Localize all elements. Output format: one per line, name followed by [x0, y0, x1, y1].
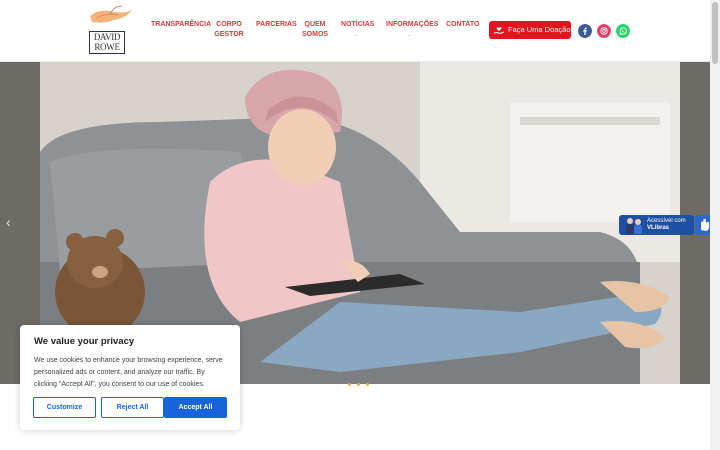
logo-line-2: ROWE — [94, 42, 120, 52]
cookie-description: We use cookies to enhance your browsing … — [34, 357, 223, 388]
slider-pagination — [348, 373, 375, 391]
vlibras-widget[interactable]: Acessível com VLibras — [619, 215, 694, 235]
donate-button[interactable]: Faça Uma Doação — [489, 21, 571, 39]
vlibras-label-1: Acessível com — [647, 218, 686, 224]
slider-dot-1[interactable] — [348, 383, 351, 386]
slider-dot-2[interactable] — [357, 383, 360, 386]
nav-informacoes[interactable]: INFORMAÇÕES — [386, 20, 439, 30]
facebook-icon[interactable] — [578, 24, 592, 38]
nav-quem-somos[interactable]: QUEM SOMOS — [302, 20, 328, 40]
whatsapp-icon[interactable] — [616, 24, 630, 38]
page-scrollbar-thumb[interactable] — [712, 2, 718, 64]
cookie-title: We value your privacy — [34, 336, 135, 347]
nav-transparencia[interactable]: TRANSPARÊNCIA — [151, 20, 211, 30]
logo-line-1: DAVID — [93, 32, 121, 42]
slider-dot-3[interactable] — [366, 383, 369, 386]
nav-informacoes-dropdown-indicator[interactable]: . — [408, 31, 410, 38]
cookie-consent-banner: We value your privacy We use cookies to … — [20, 325, 240, 430]
cookie-reject-all-button[interactable]: Reject All — [101, 397, 164, 418]
nav-contato[interactable]: CONTATO — [446, 20, 479, 30]
cookie-customize-button[interactable]: Customize — [33, 397, 96, 418]
nav-noticias-dropdown-indicator[interactable]: . — [355, 31, 357, 38]
donate-hand-heart-icon — [493, 27, 505, 35]
instagram-icon[interactable] — [597, 24, 611, 38]
cookie-accept-all-button[interactable]: Accept All — [164, 397, 227, 418]
page-scrollbar[interactable] — [710, 0, 720, 450]
vlibras-avatars-icon — [626, 218, 642, 234]
nav-parcerias[interactable]: PARCERIAS — [256, 20, 297, 30]
site-header: DAVID ROWE TRANSPARÊNCIA CORPO GESTOR PA… — [0, 0, 710, 62]
vlibras-label-2: VLibras — [647, 225, 670, 231]
nav-noticias[interactable]: NOTÍCIAS — [341, 20, 374, 30]
donate-label: Faça Uma Doação — [508, 25, 571, 34]
logo-wordmark: DAVID ROWE — [89, 31, 125, 54]
slider-prev-arrow[interactable]: ‹ — [6, 214, 11, 230]
nav-corpo-gestor[interactable]: CORPO GESTOR — [214, 20, 244, 40]
